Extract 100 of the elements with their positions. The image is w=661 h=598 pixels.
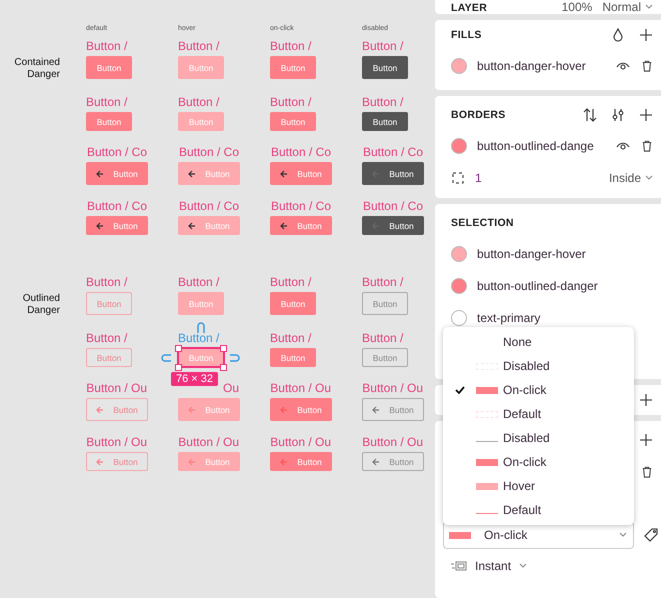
component-button[interactable]: Button (178, 398, 240, 421)
variant-thumbnail (476, 482, 498, 490)
tag-icon[interactable] (644, 528, 658, 542)
dropdown-option[interactable]: Default (443, 402, 634, 426)
component-name-label: Button / Co (178, 145, 239, 159)
style-name: button-outlined-danger (477, 279, 599, 293)
component-button[interactable]: Button (86, 348, 132, 367)
component-name-label: Button / (178, 95, 220, 109)
component-button[interactable]: Button (86, 56, 132, 79)
trash-icon[interactable] (641, 59, 653, 73)
arrow-left-icon (280, 170, 288, 178)
component-button[interactable]: Button (178, 452, 240, 471)
component-button[interactable]: Button (270, 216, 332, 235)
animation-icon (451, 560, 467, 572)
component-button[interactable]: Button (362, 216, 424, 235)
component-button[interactable]: Button (86, 398, 148, 421)
arrow-left-icon (280, 222, 288, 230)
component-button[interactable]: Button (362, 112, 408, 131)
style-name: button-danger-hover (477, 59, 587, 73)
component-button[interactable]: Button (270, 56, 316, 79)
component-name-label: Button / (178, 331, 220, 345)
component-name-label: Button / Co (270, 199, 331, 213)
dropdown-option[interactable]: On-click (443, 378, 634, 402)
color-swatch[interactable] (451, 58, 467, 74)
component-name-label: Ou (222, 381, 239, 395)
component-name-label: Button / Ou (362, 381, 423, 395)
component-button[interactable]: Button (86, 162, 148, 185)
trash-icon[interactable] (641, 139, 653, 153)
color-swatch[interactable] (451, 310, 467, 326)
component-button[interactable]: Button (270, 112, 316, 131)
plus-icon[interactable] (639, 433, 653, 447)
dropdown-option[interactable]: Disabled (443, 426, 634, 450)
component-name-label: Button / Ou (362, 435, 423, 449)
component-name-label: Button / Co (86, 145, 147, 159)
opacity-value[interactable]: 100% (562, 0, 592, 14)
dropdown-option[interactable]: None (443, 330, 634, 354)
component-button[interactable]: Button (86, 452, 148, 471)
component-button[interactable]: Button (178, 216, 240, 235)
component-name-label: Button / (362, 39, 404, 53)
component-button[interactable]: Button (270, 398, 332, 421)
component-name-label: Button / (178, 275, 220, 289)
component-button[interactable]: Button (86, 216, 148, 235)
component-button[interactable]: Button (362, 348, 408, 367)
stroke-weight-icon (451, 171, 465, 185)
color-swatch[interactable] (451, 278, 467, 294)
transition-select[interactable]: Instant (451, 549, 661, 583)
component-name-label: Button / (86, 39, 128, 53)
resize-handle[interactable] (175, 345, 182, 352)
component-button[interactable]: Button (362, 56, 408, 79)
variant-thumbnail (476, 386, 498, 394)
component-button[interactable]: Button (362, 452, 424, 471)
component-button[interactable]: Button (178, 162, 240, 185)
component-name-label: Button / Co (178, 199, 239, 213)
component-button[interactable]: Button (178, 348, 224, 367)
chevron-down-icon (645, 4, 653, 10)
dropdown-option[interactable]: Hover (443, 474, 634, 498)
component-button[interactable]: Button (362, 292, 408, 315)
component-button[interactable]: Button (86, 292, 132, 315)
resize-handle[interactable] (220, 364, 227, 371)
component-button[interactable]: Button (178, 292, 224, 315)
resize-handle[interactable] (175, 364, 182, 371)
stroke-position-select[interactable]: Inside (608, 171, 653, 185)
variant-thumbnail (476, 458, 498, 466)
color-swatch[interactable] (451, 138, 467, 154)
color-swatch[interactable] (451, 246, 467, 262)
trash-icon[interactable] (641, 465, 653, 479)
component-name-label: Button / (362, 331, 404, 345)
component-name-label: Button / (270, 95, 312, 109)
drop-icon[interactable] (611, 28, 625, 42)
component-button[interactable]: Button (270, 452, 332, 471)
component-button[interactable]: Button (362, 162, 424, 185)
component-name-label: Button / Ou (270, 435, 331, 449)
swap-arrows-icon[interactable] (583, 108, 597, 122)
component-button[interactable]: Button (270, 348, 316, 367)
section-title: SELECTION (451, 217, 515, 229)
arrow-left-icon (188, 458, 196, 466)
arrow-left-icon (188, 170, 196, 178)
component-name-label: Button / (178, 39, 220, 53)
blend-mode-select[interactable]: Normal (602, 0, 653, 14)
dropdown-option[interactable]: On-click (443, 450, 634, 474)
plus-icon[interactable] (639, 28, 653, 42)
dropdown-option[interactable]: Default (443, 498, 634, 522)
component-button[interactable]: Button (270, 162, 332, 185)
component-button[interactable]: Button (178, 56, 224, 79)
plus-icon[interactable] (639, 108, 653, 122)
component-name-label: Button / Ou (86, 381, 147, 395)
plus-icon[interactable] (639, 393, 653, 407)
dropdown-option[interactable]: Disabled (443, 354, 634, 378)
component-button[interactable]: Button (178, 112, 224, 131)
component-button[interactable]: Button (86, 112, 132, 131)
chevron-down-icon (519, 563, 528, 569)
arrow-left-icon (96, 170, 104, 178)
component-name-label: Button / (270, 331, 312, 345)
sliders-icon[interactable] (611, 108, 625, 122)
component-name-label: Button / (86, 331, 128, 345)
stroke-weight-field[interactable]: 1 (475, 171, 599, 185)
component-button[interactable]: Button (270, 292, 316, 315)
resize-handle[interactable] (220, 345, 227, 352)
component-button[interactable]: Button (362, 398, 424, 421)
arrow-left-icon (188, 222, 196, 230)
